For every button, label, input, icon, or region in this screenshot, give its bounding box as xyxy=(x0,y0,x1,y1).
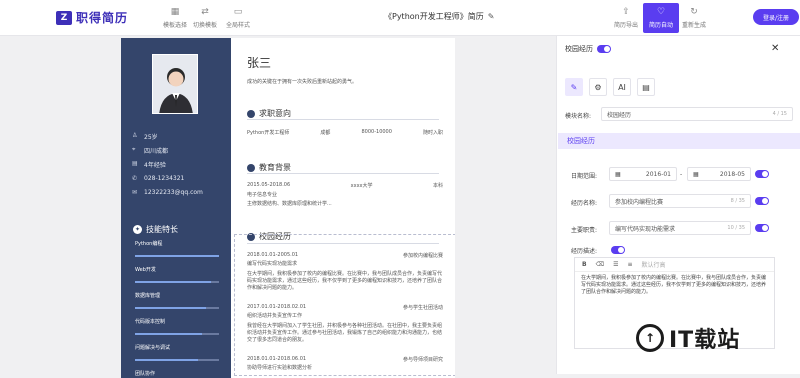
export-icon: ⇪ xyxy=(622,7,630,17)
experience-visible-toggle[interactable] xyxy=(755,197,769,205)
duty-input[interactable]: 编写代码实现功能需求 10 / 35 xyxy=(609,221,751,235)
line-height-select[interactable]: 默认行高 xyxy=(641,260,665,269)
description-visible-toggle[interactable] xyxy=(611,246,625,254)
panel-tabs: ✎ ⚙ AI ▤ xyxy=(565,78,655,96)
logo-text: 职得简历 xyxy=(76,11,129,25)
section-title-intent[interactable]: 求职意向 xyxy=(247,108,291,119)
resume-page: ♙ 25岁 ⌖ 四川成都 ▤ 4年经验 ✆ 028-1234321 ✉ 12322233@… xyxy=(121,38,455,378)
top-toolbar: Z 职得简历 ▦ 模板选择 ⇄ 切换模板 ▭ 全局样式 《Python开发工程师… xyxy=(0,0,800,36)
module-name-input[interactable]: 校园经历 4 / 15 xyxy=(601,107,793,121)
export-resume-button[interactable]: ⇪ 简历导出 xyxy=(608,6,644,29)
education-courses: 主修数据结构、数据库原理和统计学... xyxy=(247,201,332,207)
info-email: ✉ 12322233@qq.com xyxy=(132,189,203,196)
style-icon: ▭ xyxy=(233,7,243,17)
section-visible-toggle[interactable] xyxy=(597,45,611,53)
watermark: ↑ IT载站 xyxy=(636,322,740,354)
regenerate-button[interactable]: ↻ 重新生成 xyxy=(676,6,712,29)
tab-document-icon[interactable]: ▤ xyxy=(637,78,655,96)
description-label: 经历描述: xyxy=(571,248,598,255)
intent-row: Python开发工程师 成都 8000-10000 随时入职 xyxy=(247,129,443,136)
section-divider xyxy=(247,119,439,120)
eraser-icon[interactable]: ⌫ xyxy=(596,261,604,268)
editor-content[interactable]: 在大学期间，我积极参加了校内的编程比赛。在比赛中，我与团队成员合作，负责编写代码… xyxy=(575,272,774,299)
document-title[interactable]: 《Python开发工程师》简历 ✎ xyxy=(384,11,494,22)
editor-toolbar: B ⌫ ☰ ≡ 默认行高 xyxy=(575,258,774,272)
date-start-input[interactable]: ▦ 2016-01 xyxy=(609,167,677,181)
resume-name[interactable]: 张三 xyxy=(247,54,271,71)
person-icon: ♙ xyxy=(132,132,138,139)
global-style-button[interactable]: ▭ 全局样式 xyxy=(220,6,256,29)
panel-header: 校园经历 xyxy=(565,44,611,54)
selected-section-outline xyxy=(234,234,455,376)
panel-title: 校园经历 xyxy=(565,45,593,53)
phone-icon: ✆ xyxy=(132,175,138,182)
app-logo[interactable]: Z 职得简历 xyxy=(56,9,128,26)
section-icon xyxy=(247,109,255,118)
ordered-list-icon[interactable]: ≡ xyxy=(627,261,632,268)
briefcase-icon: ▤ xyxy=(132,160,138,167)
section-title-education[interactable]: 教育背景 xyxy=(247,162,291,173)
duty-label: 主要职责: xyxy=(571,227,598,234)
skills-icon: ✦ xyxy=(133,225,142,234)
experience-name-label: 经历名称: xyxy=(571,200,598,207)
date-end-input[interactable]: ▦ 2018-05 xyxy=(687,167,751,181)
resume-canvas: ♙ 25岁 ⌖ 四川成都 ▤ 4年经验 ✆ 028-1234321 ✉ 12322233@… xyxy=(0,36,556,378)
edit-pen-icon[interactable]: ✎ xyxy=(488,12,495,21)
tab-edit-icon[interactable]: ✎ xyxy=(565,78,583,96)
logo-mark: Z xyxy=(56,10,72,25)
tab-settings-icon[interactable]: ⚙ xyxy=(589,78,607,96)
bullet-list-icon[interactable]: ☰ xyxy=(613,261,618,268)
bold-icon[interactable]: B xyxy=(582,261,587,268)
upload-arrow-icon: ↑ xyxy=(636,324,664,352)
info-age: ♙ 25岁 xyxy=(132,132,158,141)
calendar-icon: ▦ xyxy=(693,170,699,178)
auto-resume-button[interactable]: ♡ 简历自动 xyxy=(643,3,679,33)
date-visible-toggle[interactable] xyxy=(755,170,769,178)
module-name-label: 模块名称: xyxy=(565,113,592,120)
skill-item: 代码版本控制 xyxy=(135,318,219,335)
resume-intro[interactable]: 成功的关键在于拥有一次失败后重新站起的勇气。 xyxy=(247,78,357,85)
skill-item: 团队协作 xyxy=(135,371,156,377)
skill-item: 问题解决与调试 xyxy=(135,344,219,361)
tab-ai-icon[interactable]: AI xyxy=(613,78,631,96)
date-range-label: 日期范围: xyxy=(571,173,598,180)
skill-item: Web开发 xyxy=(135,266,219,283)
close-icon[interactable]: ✕ xyxy=(771,43,779,54)
section-divider xyxy=(247,173,439,174)
resume-sidebar: ♙ 25岁 ⌖ 四川成都 ▤ 4年经验 ✆ 028-1234321 ✉ 12322233@… xyxy=(121,38,231,378)
skill-item: Python编程 xyxy=(135,240,219,257)
education-major: 电子信息专业 xyxy=(247,192,278,198)
skills-heading: ✦ 技能特长 xyxy=(133,225,178,234)
heart-icon: ♡ xyxy=(656,7,666,17)
info-experience: ▤ 4年经验 xyxy=(132,160,166,169)
switch-icon: ⇄ xyxy=(201,7,209,17)
mail-icon: ✉ xyxy=(132,189,138,196)
experience-name-input[interactable]: 参加校内编程比赛 8 / 35 xyxy=(609,194,751,208)
calendar-icon: ▦ xyxy=(615,170,621,178)
info-phone: ✆ 028-1234321 xyxy=(132,175,185,182)
entry-band[interactable]: 校园经历 xyxy=(558,133,800,149)
duty-visible-toggle[interactable] xyxy=(755,224,769,232)
info-location: ⌖ 四川成都 xyxy=(132,146,169,155)
refresh-icon: ↻ xyxy=(690,7,698,17)
location-icon: ⌖ xyxy=(132,146,136,153)
section-icon xyxy=(247,163,255,172)
switch-template-button[interactable]: ⇄ 切换模板 xyxy=(187,6,223,29)
education-row: 2015.05-2018.06 xxxx大学 本科 xyxy=(247,182,443,189)
login-button[interactable]: 登录/注册 xyxy=(753,9,799,25)
skill-item: 数据库管理 xyxy=(135,292,219,309)
avatar[interactable] xyxy=(152,54,198,114)
